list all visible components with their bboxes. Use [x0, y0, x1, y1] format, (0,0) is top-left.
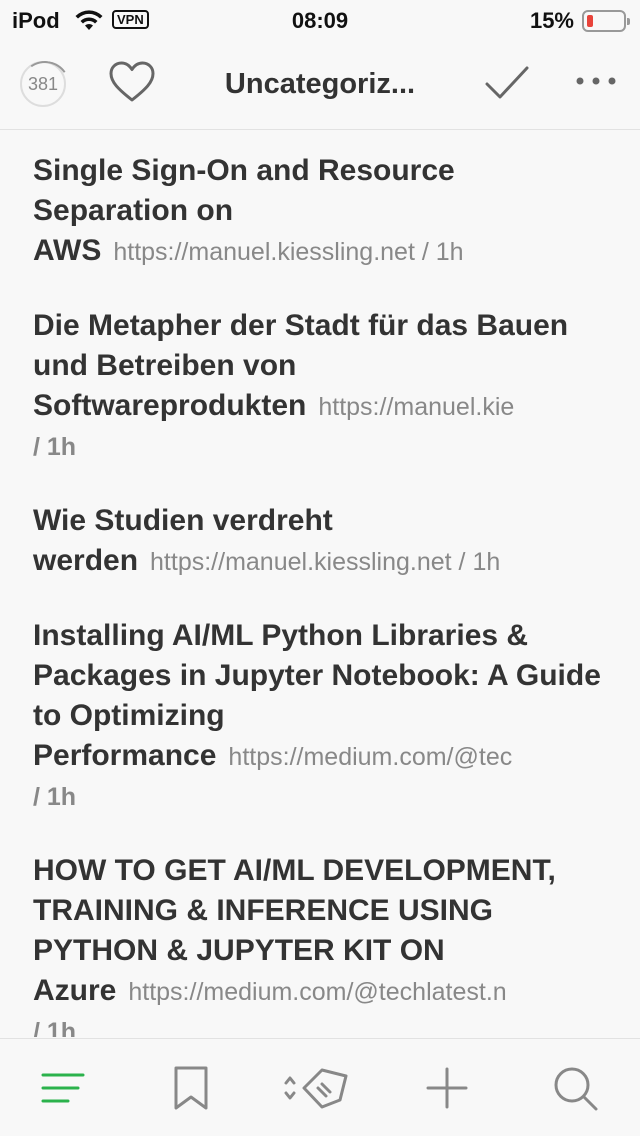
article-title: HOW TO GET AI/ML DEVELOPMENT, TRAINING &… — [33, 851, 608, 1037]
article-age: / 1h — [33, 433, 77, 461]
article-title-text: werden — [33, 544, 139, 577]
article-age: / 1h — [33, 1018, 77, 1037]
article-title: Wie Studien verdreht werden https://manue… — [33, 501, 608, 582]
bookmark-icon[interactable] — [166, 1063, 216, 1113]
article-source-url: https://manuel.kiessling.net — [150, 548, 452, 576]
article-title-text: Softwareprodukten — [33, 389, 307, 422]
more-icon[interactable] — [574, 74, 618, 88]
article-title: Die Metapher der Stadt für das Bauen und… — [33, 306, 608, 467]
status-bar: iPod VPN 08:09 15% — [0, 0, 640, 40]
list-icon[interactable] — [38, 1063, 88, 1113]
battery-icon — [582, 10, 630, 32]
tag-icon[interactable] — [280, 1063, 350, 1113]
unread-count-badge[interactable]: 381 — [20, 61, 66, 107]
article-title: Installing AI/ML Python Libraries & Pack… — [33, 616, 608, 817]
navigation-bar: 381 Uncategoriz... — [0, 40, 640, 130]
mark-all-read-icon[interactable] — [484, 64, 530, 102]
article-title-text: HOW TO GET AI/ML DEVELOPMENT, TRAINING &… — [33, 854, 556, 967]
article-age: / 1h — [421, 238, 464, 266]
article-title-text: Azure — [33, 974, 117, 1007]
tab-bar — [0, 1038, 640, 1136]
search-icon[interactable] — [550, 1063, 600, 1113]
article-age: / 1h — [33, 783, 77, 811]
article-title-text: Installing AI/ML Python Libraries & Pack… — [33, 619, 601, 732]
battery-level — [587, 15, 593, 27]
heart-icon[interactable] — [108, 60, 156, 104]
unread-count: 381 — [27, 74, 59, 94]
article-title-text: Single Sign-On and Resource Separation o… — [33, 154, 455, 227]
add-icon[interactable] — [422, 1063, 472, 1113]
article-title-text: AWS — [33, 234, 102, 267]
list-item[interactable]: Wie Studien verdreht werden https://manue… — [0, 481, 640, 596]
article-title-text: Performance — [33, 739, 217, 772]
article-source-url: https://medium.com/@techlatest.n — [128, 978, 507, 1006]
article-age: / 1h — [458, 548, 501, 576]
article-source-url: https://manuel.kie — [318, 393, 515, 421]
article-title-text: Wie Studien verdreht — [33, 504, 333, 537]
list-item[interactable]: Die Metapher der Stadt für das Bauen und… — [0, 286, 640, 481]
list-item[interactable]: HOW TO GET AI/ML DEVELOPMENT, TRAINING &… — [0, 831, 640, 1037]
article-title-text: Die Metapher der Stadt für das Bauen und… — [33, 309, 569, 382]
list-item[interactable]: Installing AI/ML Python Libraries & Pack… — [0, 596, 640, 831]
battery-percentage: 15% — [529, 8, 574, 33]
article-list: Single Sign-On and Resource Separation o… — [0, 131, 640, 1037]
article-source-url: https://medium.com/@tec — [228, 743, 513, 771]
article-title: Single Sign-On and Resource Separation o… — [33, 151, 608, 272]
page-title: Uncategoriz... — [224, 68, 416, 100]
list-item[interactable]: Single Sign-On and Resource Separation o… — [0, 131, 640, 286]
article-source-url: https://manuel.kiessling.net — [113, 238, 415, 266]
